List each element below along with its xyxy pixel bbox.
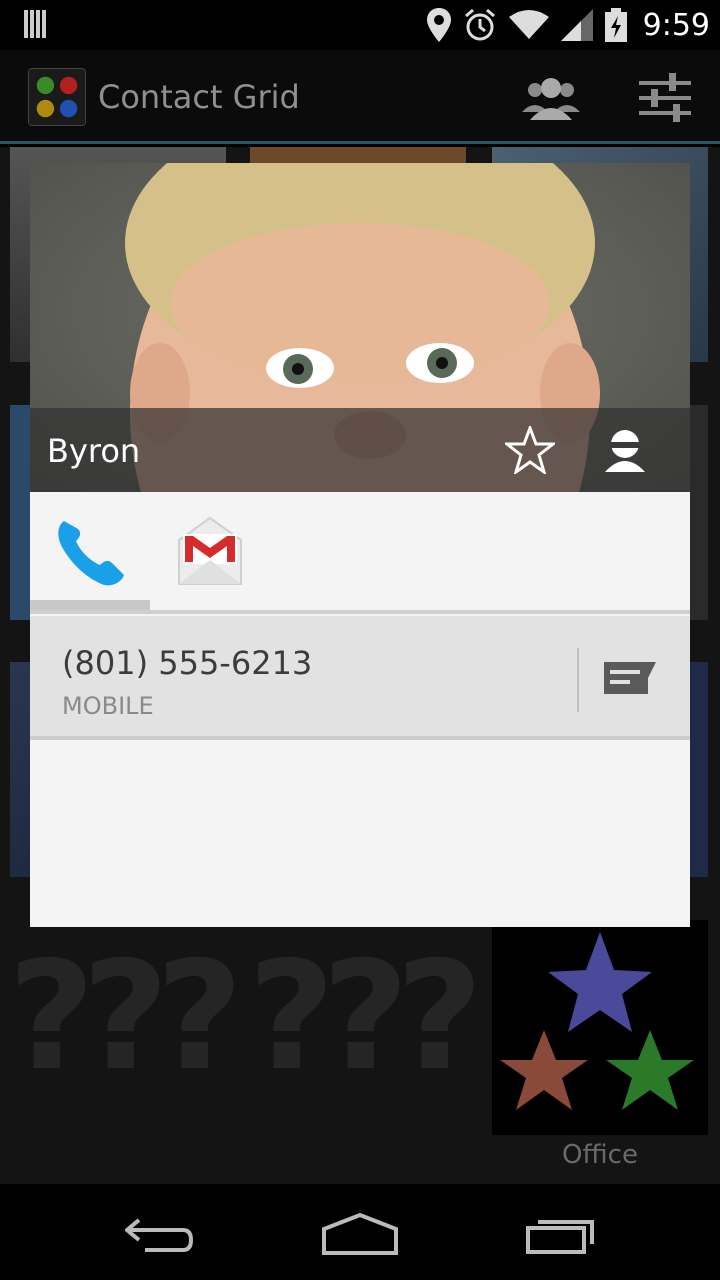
back-icon [125,1218,194,1252]
settings-button[interactable] [630,68,700,128]
status-time: 9:59 [642,7,710,43]
contact-profile-icon [605,430,645,472]
contact-method-tabs [30,492,690,614]
signal-icon [560,9,593,41]
contact-name-bar: Byron [30,408,690,492]
wifi-icon [508,10,549,39]
navigation-bar [0,1184,720,1280]
groups-button[interactable] [516,68,586,128]
recents-icon [526,1220,594,1254]
office-label: Office [562,1140,638,1170]
groups-icon [522,78,580,120]
stars-icon [500,932,694,1110]
notification-bars-icon [24,10,46,38]
entry-divider [577,648,579,712]
phone-entry-row[interactable]: (801) 555-6213 MOBILE [30,616,690,740]
home-button[interactable] [310,1204,410,1264]
placeholder-question-icon: ? [156,930,244,1104]
phone-icon [58,521,124,586]
action-bar: Contact Grid [0,50,720,144]
back-button[interactable] [110,1204,210,1264]
selected-tab-indicator [30,600,150,610]
sms-icon [604,662,656,694]
star-icon [505,426,555,474]
tab-phone[interactable] [30,492,150,610]
app-title: Contact Grid [98,78,300,116]
recents-button[interactable] [512,1204,612,1264]
office-group-tile[interactable] [492,920,708,1135]
contact-name: Byron [47,432,141,470]
placeholder-question-icon: ? [396,930,484,1104]
phone-number: (801) 555-6213 [62,644,313,682]
quick-contact-card: Byron (801) 555-6213 MOBILE [30,163,690,927]
settings-sliders-icon [639,73,691,122]
send-sms-button[interactable] [590,646,670,710]
gmail-icon [178,516,242,585]
battery-charging-icon [604,8,627,42]
alarm-icon [464,8,495,41]
tab-gmail[interactable] [150,492,270,610]
favorite-button[interactable] [500,420,560,480]
home-icon [322,1213,398,1255]
view-contact-button[interactable] [595,420,655,480]
phone-type-label: MOBILE [62,692,154,720]
status-bar: 9:59 [0,0,720,50]
tabs-divider [30,610,690,614]
app-icon [28,68,86,126]
location-icon [426,8,451,42]
